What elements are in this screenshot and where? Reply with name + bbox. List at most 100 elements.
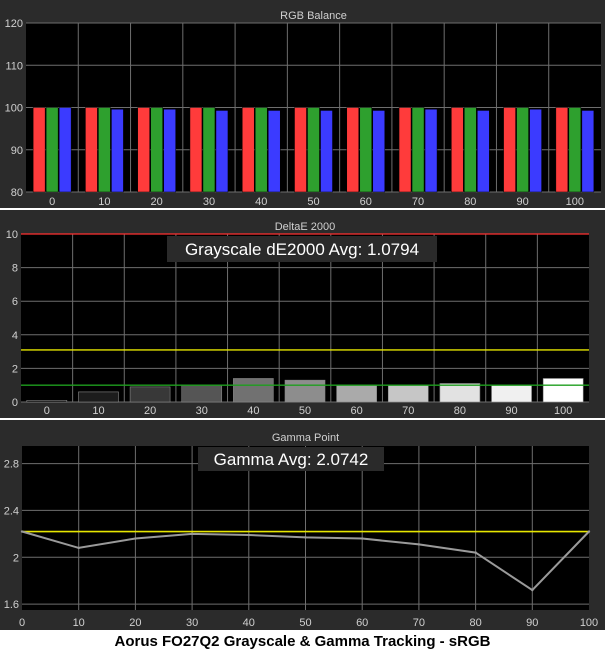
panel-2-bar-group — [129, 386, 171, 403]
panel-2-ytick: 2 — [12, 363, 18, 375]
panel-2-bar-group — [542, 378, 584, 403]
panel-2-bar — [387, 384, 429, 403]
panel-1-bar-blue — [477, 110, 490, 193]
separator-1 — [0, 208, 605, 210]
panel-1-bar-red — [398, 107, 412, 193]
panel-2-bar-group — [284, 379, 326, 403]
panel-2-bar — [491, 384, 532, 403]
panel-2-bar-group — [439, 383, 481, 403]
panel-3-gamma-point — [417, 543, 421, 546]
panel-1-bar-green — [254, 107, 268, 193]
panel-1-bar-red — [241, 107, 255, 193]
panel-3-gamma-point — [134, 537, 137, 540]
panel-1-bar-green — [516, 107, 529, 193]
panel-1-bar-green — [411, 107, 425, 193]
panel-3-gamma-point — [474, 551, 477, 554]
panel-1-bar-green — [359, 107, 373, 193]
panel-2-xtick: 10 — [92, 405, 104, 417]
panel-1-bar-red — [189, 107, 203, 193]
panel-3-xtick: 30 — [186, 617, 198, 629]
panel-2-annotation: Grayscale dE2000 Avg: 1.0794 — [185, 240, 419, 259]
panel-1-ytick: 100 — [5, 103, 23, 115]
panel-3-annotation: Gamma Avg: 2.0742 — [214, 450, 369, 469]
panel-3-xtick: 0 — [19, 617, 25, 629]
panel-2-ytick: 0 — [12, 397, 18, 409]
panel-2-xtick: 0 — [44, 405, 50, 417]
panel-3-gamma-point — [587, 530, 591, 533]
panel-3-gamma-point — [247, 533, 250, 537]
panel-1-bar-red — [346, 107, 360, 193]
panel-2-bar-group — [78, 391, 119, 403]
panel-1-xtick: 70 — [412, 196, 424, 208]
panel-1-xtick: 0 — [49, 196, 55, 208]
panel-1-title: RGB Balance — [280, 10, 347, 22]
panel-1-bar-red — [503, 107, 516, 193]
panel-1-xtick: 60 — [360, 196, 372, 208]
panel-3-gamma-point — [304, 536, 307, 539]
panel-1-ytick: 120 — [5, 18, 23, 30]
panel-1-bar-blue — [111, 108, 124, 193]
panel-2-bar — [26, 400, 68, 403]
panel-1-bar-green — [307, 107, 320, 193]
panel-1-bar-red — [32, 107, 46, 193]
panel-2-xtick: 80 — [454, 405, 466, 417]
panel-1-bar-red — [85, 107, 98, 193]
panel-1-xtick: 10 — [98, 196, 110, 208]
panel-2-ytick: 4 — [12, 330, 18, 342]
panel-2-xtick: 20 — [144, 405, 156, 417]
panel-1-xtick: 80 — [464, 196, 476, 208]
panel-1-bar-blue — [372, 110, 386, 193]
panel-3-xtick: 100 — [580, 617, 598, 629]
panel-2-bar — [233, 378, 274, 403]
panel-1-bar-green — [98, 107, 111, 193]
panel-1-bar-blue — [320, 110, 333, 193]
charts-canvas: RGB Balance80901001101200 10 20 30 40 50 60 70 8… — [4, 10, 601, 629]
panel-3-xtick: 80 — [469, 617, 481, 629]
panel-2-bar — [542, 378, 584, 403]
panel-2-bar-group — [336, 384, 377, 403]
panel-1-bar-green — [150, 107, 163, 193]
panel-1-bar-green — [45, 107, 59, 193]
panel-2-xtick: 100 — [554, 405, 572, 417]
panel-1-bar-red — [555, 107, 569, 193]
panel-2-bar — [181, 384, 223, 403]
panel-2-bar — [129, 386, 171, 403]
figure-caption: Aorus FO27Q2 Grayscale & Gamma Tracking … — [0, 630, 605, 652]
panel-3-xtick: 50 — [299, 617, 311, 629]
panel-3-gamma-point — [20, 530, 24, 533]
panel-1-bar-red — [137, 107, 150, 193]
panel-3-ytick: 2 — [13, 552, 19, 564]
panel-3-xtick: 70 — [413, 617, 425, 629]
panel-2-bar — [439, 383, 481, 403]
panel-2-bar — [336, 384, 377, 403]
panel-1-xtick: 30 — [203, 196, 215, 208]
chart-frame: RGB Balance 80 90 100 110 120 0 10 20 30 40 50 60 70 8… — [0, 0, 605, 652]
panel-1-bar-blue — [58, 107, 72, 193]
panel-2-bar-group — [387, 384, 429, 403]
panel-3-ytick: 1.6 — [4, 599, 19, 611]
separator-2 — [0, 418, 605, 420]
panel-2-bar — [284, 379, 326, 403]
panel-2-xtick: 50 — [299, 405, 311, 417]
panel-2-xtick: 30 — [196, 405, 208, 417]
panel-2-bar-group — [233, 378, 274, 403]
panel-3-xtick: 40 — [243, 617, 255, 629]
panel-2-ytick: 10 — [6, 229, 18, 241]
panel-1-bar-blue — [215, 110, 229, 193]
panel-3-xtick: 20 — [129, 617, 141, 629]
panel-1-xtick: 50 — [307, 196, 319, 208]
panel-2-ytick: 6 — [12, 296, 18, 308]
panel-1-bar-green — [568, 107, 582, 193]
panel-1-bar-green — [202, 107, 216, 193]
panel-2-title: DeltaE 2000 — [275, 221, 336, 233]
panel-1-xtick: 100 — [566, 196, 584, 208]
panel-1-bar-blue — [529, 108, 542, 193]
panel-3-gamma-point — [190, 532, 194, 536]
panel-2-xtick: 40 — [247, 405, 259, 417]
panel-1-bar-blue — [424, 108, 438, 193]
panel-1-xtick: 90 — [516, 196, 528, 208]
panel-1-bar-red — [294, 107, 307, 193]
panel-3-gamma-point — [361, 537, 364, 540]
panel-1-bar-green — [464, 107, 477, 193]
panel-2-xtick: 90 — [505, 405, 517, 417]
